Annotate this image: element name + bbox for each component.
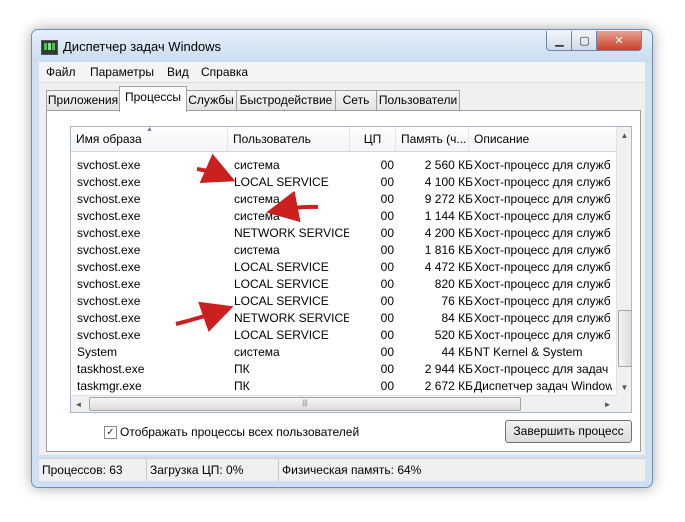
tab-processes[interactable]: Процессы [119,86,187,112]
annotation-overlay [175,153,319,332]
red-arrow-1 [196,153,236,184]
red-arrow-2 [266,190,319,223]
red-arrow-3 [175,301,234,332]
